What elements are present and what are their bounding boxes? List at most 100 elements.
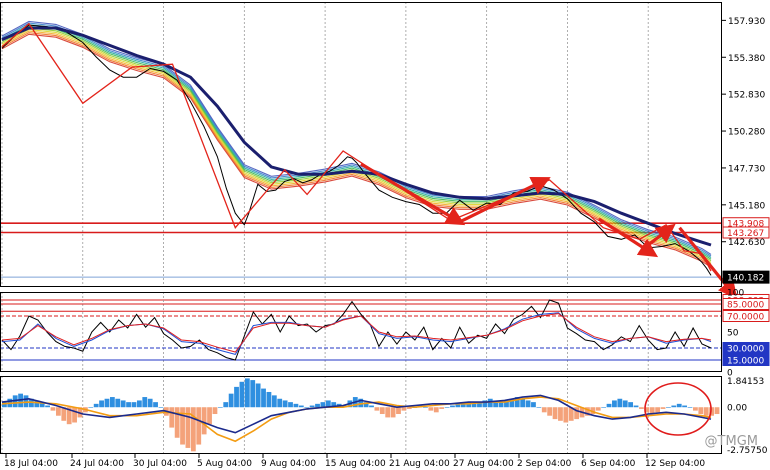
histogram-bar xyxy=(244,378,250,408)
histogram-bar xyxy=(660,407,666,409)
time-tick-label: 5 Aug 04:00 xyxy=(197,459,252,469)
histogram-bar xyxy=(396,407,401,415)
histogram-bar xyxy=(698,407,704,415)
histogram-bar xyxy=(304,407,310,408)
time-tick-label: 30 Jul 04:00 xyxy=(133,459,187,469)
time-tick-label: 15 Aug 04:00 xyxy=(325,459,386,469)
histogram-bar xyxy=(563,407,569,423)
histogram-bar xyxy=(606,403,612,408)
histogram-bar xyxy=(439,407,445,409)
price-panel: 157.930 155.380 152.830 150.280 147.730 145.1… xyxy=(0,2,770,318)
histogram-bar xyxy=(622,400,628,408)
price-tick-label: 157.930 xyxy=(728,17,765,27)
ribbon-line xyxy=(1,32,712,267)
current-price-tag: 140.182 xyxy=(727,274,764,284)
histogram-bar xyxy=(169,407,175,428)
time-tick-label: 21 Aug 04:00 xyxy=(389,459,450,469)
histogram-bar xyxy=(201,407,207,435)
histogram-bar xyxy=(520,398,526,408)
histogram-bar xyxy=(223,402,229,408)
histogram-bar xyxy=(277,398,283,408)
histogram-bar xyxy=(444,407,450,408)
histogram-bar xyxy=(541,407,547,413)
histogram-bar xyxy=(498,402,504,408)
histogram-bar xyxy=(109,397,115,408)
histogram-bar xyxy=(428,407,434,411)
histogram-bar xyxy=(617,398,623,408)
histogram-bar xyxy=(531,402,536,408)
histogram-bar xyxy=(158,407,164,408)
histogram-bar xyxy=(628,402,634,408)
histogram-bar xyxy=(676,403,682,408)
histogram-bar xyxy=(487,398,493,408)
histogram-bar xyxy=(423,407,428,408)
histogram-bar xyxy=(55,407,61,416)
histogram-bar xyxy=(212,407,218,415)
price-series-lines xyxy=(1,24,712,276)
price-tick-label: 142.630 xyxy=(728,238,765,248)
rsi-axis: 10085.000070.00005030.000015.00000 xyxy=(722,289,770,379)
histogram-bar xyxy=(88,407,94,408)
histogram-bar xyxy=(147,398,153,408)
macd-tick-label: 0.00 xyxy=(727,404,747,414)
histogram-bar xyxy=(385,407,391,418)
rsi-tick-label: 15.0000 xyxy=(727,356,764,366)
histogram-bar xyxy=(239,381,245,408)
histogram-bar xyxy=(126,402,131,408)
rsi-tick-label: 100 xyxy=(727,289,744,299)
histogram-bar xyxy=(99,400,104,408)
histogram-bar xyxy=(369,405,374,408)
price-tick-label: 152.830 xyxy=(728,91,765,101)
histogram-bar xyxy=(153,402,158,408)
histogram-bar xyxy=(298,405,304,408)
histogram-bar xyxy=(288,402,293,408)
rsi-line xyxy=(1,313,712,353)
price-tick-label: 147.730 xyxy=(728,164,765,174)
histogram-bar xyxy=(595,407,601,411)
trend-arrow xyxy=(360,162,466,226)
histogram-bar xyxy=(271,395,277,408)
histogram-bar xyxy=(633,405,639,408)
price-tick-label: 155.380 xyxy=(728,54,765,64)
histogram-bar xyxy=(309,405,315,408)
histogram-bar xyxy=(536,407,542,408)
price-tick-label: 145.180 xyxy=(728,201,765,211)
histogram-bar xyxy=(315,403,320,408)
time-axis: 18 Jul 04:00 24 Jul 04:00 30 Jul 04:00 5 Au… xyxy=(4,454,705,469)
histogram-bar xyxy=(390,407,396,418)
histogram-bar xyxy=(687,407,693,408)
histogram-bar xyxy=(552,407,558,420)
rsi-tick-label: 85.0000 xyxy=(727,300,764,310)
histogram-bar xyxy=(293,403,299,408)
histogram-bar xyxy=(433,407,439,413)
histogram-bar xyxy=(142,397,148,408)
histogram-bar xyxy=(374,407,380,411)
histogram-bar xyxy=(207,407,212,425)
rsi-panel: 10085.000070.00005030.000015.00000 xyxy=(0,289,770,379)
histogram-bar xyxy=(666,407,671,408)
macd-tick-label: 1.84153 xyxy=(727,377,764,387)
histogram-bar xyxy=(115,398,121,408)
histogram-bar xyxy=(190,407,196,452)
histogram-bar xyxy=(93,403,99,408)
histogram-bar xyxy=(50,407,56,411)
histogram-bar xyxy=(45,405,50,408)
rsi-tick-label: 70.0000 xyxy=(727,312,764,322)
histogram-bar xyxy=(228,393,234,408)
time-tick-label: 18 Jul 04:00 xyxy=(4,459,58,469)
histogram-bar xyxy=(217,407,223,408)
histogram-bar xyxy=(196,407,202,445)
time-tick-label: 9 Aug 04:00 xyxy=(261,459,316,469)
histogram-bar xyxy=(23,395,29,408)
price-level-lines xyxy=(0,222,722,312)
histogram-bar xyxy=(136,400,142,408)
histogram-bar xyxy=(714,407,720,415)
moving-average-ribbon xyxy=(1,20,712,268)
histogram-bar xyxy=(612,400,617,408)
histogram-bar xyxy=(234,386,239,408)
histogram-bar xyxy=(379,407,385,415)
ribbon-line xyxy=(1,30,712,265)
price-axis: 157.930 155.380 152.830 150.280 147.730 145.1… xyxy=(722,17,770,318)
watermark-text: @TMGM xyxy=(705,434,758,449)
time-tick-label: 12 Sep 04:00 xyxy=(645,459,705,469)
